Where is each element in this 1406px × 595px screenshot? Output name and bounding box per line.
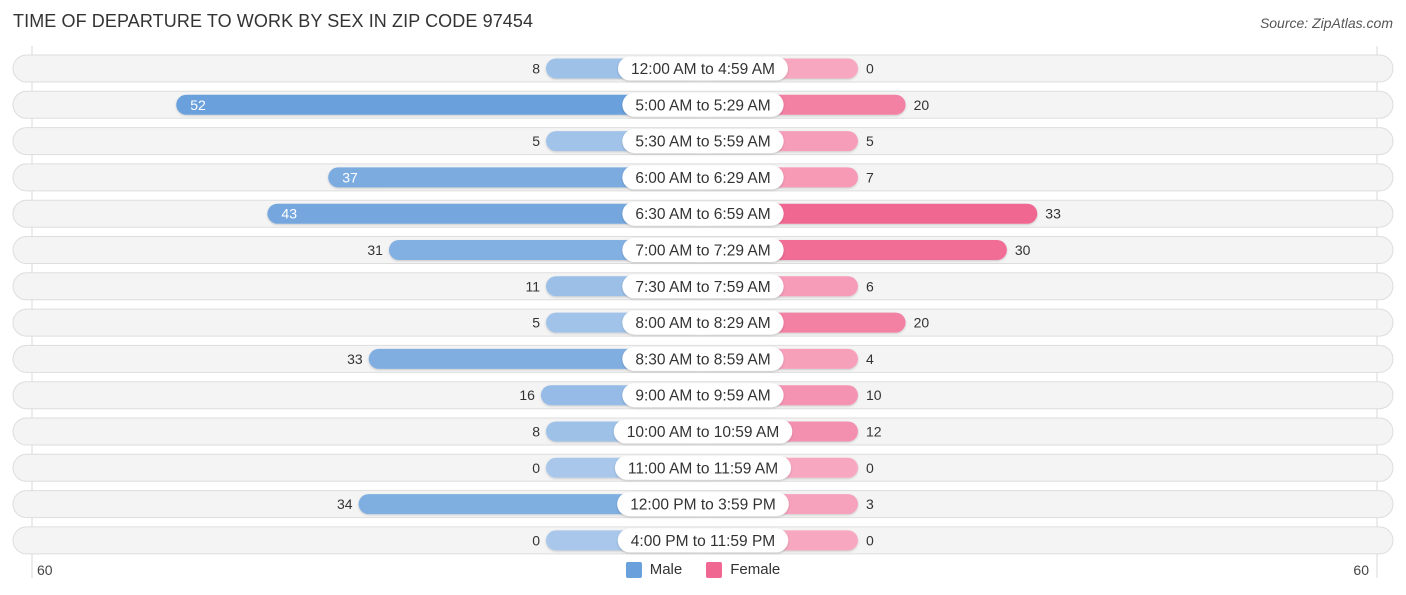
male-value-label: 37 [342,169,358,185]
category-label: 11:00 AM to 11:59 AM [628,460,778,477]
chart-row[interactable]: 52 20 5:00 AM to 5:29 AM [12,90,1394,119]
male-value-label: 34 [337,496,353,512]
chart-row[interactable]: 37 7 6:00 AM to 6:29 AM [12,163,1394,192]
category-label: 8:00 AM to 8:29 AM [635,315,770,332]
category-label: 5:30 AM to 5:59 AM [635,134,770,151]
male-value-label: 5 [532,315,540,331]
category-label: 7:30 AM to 7:59 AM [635,279,770,296]
category-label: 8:30 AM to 8:59 AM [635,351,770,368]
category-label: 12:00 AM to 4:59 AM [631,61,775,78]
chart-row[interactable]: 43 33 6:30 AM to 6:59 AM [12,199,1394,228]
female-value-label: 7 [866,169,874,185]
chart-row[interactable]: 16 10 9:00 AM to 9:59 AM [12,381,1394,410]
category-label: 6:00 AM to 6:29 AM [635,170,770,187]
male-value-label: 33 [347,351,363,367]
chart-row[interactable]: 31 30 7:00 AM to 7:29 AM [12,236,1394,264]
category-label: 9:00 AM to 9:59 AM [635,388,770,405]
female-value-label: 0 [866,532,874,548]
chart-row[interactable]: 8 12 10:00 AM to 10:59 AM [12,417,1394,446]
male-value-label: 8 [532,61,540,77]
category-label: 4:00 PM to 11:59 PM [631,533,775,550]
male-value-label: 5 [532,133,540,149]
male-value-label: 11 [525,278,540,294]
female-value-label: 6 [866,278,874,294]
female-value-label: 20 [914,315,930,331]
male-value-label: 16 [519,387,535,403]
chart-row[interactable]: 5 5 5:30 AM to 5:59 AM [12,127,1394,156]
category-label: 10:00 AM to 10:59 AM [627,424,780,441]
female-value-label: 12 [866,424,882,440]
chart-row[interactable]: 0 0 4:00 PM to 11:59 PM [12,526,1394,555]
male-value-label: 43 [281,206,297,222]
chart-row[interactable]: 11 6 7:30 AM to 7:59 AM [12,272,1394,301]
category-label: 7:00 AM to 7:29 AM [635,243,770,260]
category-label: 12:00 PM to 3:59 PM [630,497,776,514]
female-value-label: 3 [866,496,874,512]
legend: Male Female [0,561,1406,578]
legend-label-male: Male [649,561,683,578]
legend-swatch-female [706,561,723,578]
male-value-label: 8 [532,424,540,440]
female-value-label: 0 [866,460,874,476]
legend-item-female[interactable]: Female [706,561,780,578]
chart-canvas: 8 0 12:00 AM to 4:59 AM 52 20 5:00 AM to 5:29… [12,46,1394,578]
male-value-label: 52 [190,97,206,113]
male-value-label: 0 [532,532,540,548]
legend-item-male[interactable]: Male [625,561,683,578]
legend-label-female: Female [730,561,781,578]
chart-row[interactable]: 0 0 11:00 AM to 11:59 AM [12,453,1394,482]
female-value-label: 4 [866,351,874,367]
chart-row[interactable]: 33 4 8:30 AM to 8:59 AM [12,344,1394,373]
legend-swatch-male [625,561,642,578]
male-value-label: 31 [367,242,383,258]
chart-row[interactable]: 8 0 12:00 AM to 4:59 AM [12,54,1394,83]
chart-row[interactable]: 34 3 12:00 PM to 3:59 PM [12,490,1394,519]
female-value-label: 20 [914,97,930,113]
female-value-label: 5 [866,133,874,149]
category-label: 6:30 AM to 6:59 AM [635,206,770,223]
female-value-label: 10 [866,387,882,403]
chart-row[interactable]: 5 20 8:00 AM to 8:29 AM [12,308,1394,337]
female-value-label: 30 [1015,242,1031,258]
category-label: 5:00 AM to 5:29 AM [635,97,770,114]
female-value-label: 0 [866,61,874,77]
female-value-label: 33 [1045,206,1061,222]
male-value-label: 0 [532,460,540,476]
